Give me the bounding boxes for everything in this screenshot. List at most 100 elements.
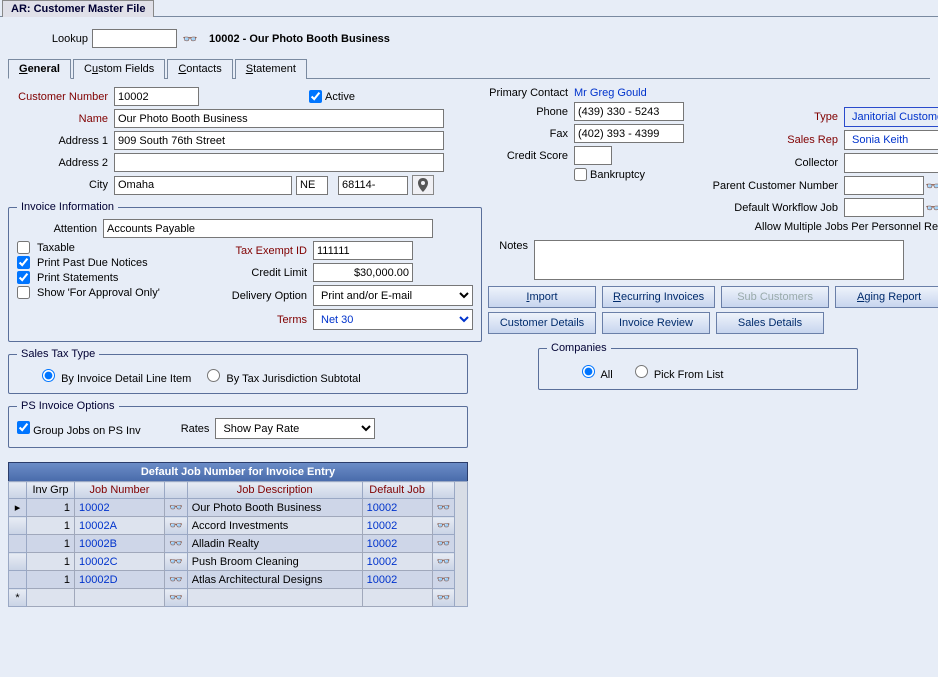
table-cell[interactable]: 10002 [362, 571, 432, 589]
table-cell[interactable]: 10002C [75, 553, 165, 571]
table-cell[interactable]: 10002 [75, 499, 165, 517]
tax-exempt-label: Tax Exempt ID [217, 245, 307, 257]
delivery-option-label: Delivery Option [217, 290, 307, 302]
name-input[interactable] [114, 109, 444, 128]
print-statements-checkbox[interactable] [17, 271, 30, 284]
sales-tax-by-line-radio[interactable]: By Invoice Detail Line Item [37, 373, 191, 385]
table-cell[interactable]: 1 [27, 499, 75, 517]
lookup-input[interactable] [92, 29, 177, 48]
grid-scrollbar[interactable] [455, 481, 468, 607]
type-select[interactable]: Janitorial Customer [844, 107, 938, 127]
binoculars-icon[interactable]: 👓 [432, 571, 455, 589]
table-cell[interactable]: 10002B [75, 535, 165, 553]
binoculars-icon[interactable]: 👓 [432, 589, 455, 607]
collector-select[interactable] [844, 153, 938, 173]
companies-all-radio[interactable]: All [577, 369, 613, 381]
sales-tax-by-jur-radio[interactable]: By Tax Jurisdiction Subtotal [202, 373, 360, 385]
table-cell[interactable]: Atlas Architectural Designs [187, 571, 362, 589]
companies-legend: Companies [547, 342, 611, 354]
tab-custom-fields[interactable]: Custom Fields [73, 59, 165, 79]
grid-title: Default Job Number for Invoice Entry [8, 462, 468, 481]
tab-contacts[interactable]: Contacts [167, 59, 232, 79]
delivery-option-select[interactable]: Print and/or E-mail [313, 285, 473, 306]
binoculars-icon[interactable]: 👓 [165, 571, 188, 589]
group-jobs-checkbox[interactable]: Group Jobs on PS Inv [17, 421, 141, 437]
address1-input[interactable] [114, 131, 444, 150]
binoculars-icon[interactable]: 👓 [165, 499, 188, 517]
terms-select[interactable]: Net 30 [313, 309, 473, 330]
customer-number-input[interactable] [114, 87, 199, 106]
fax-input[interactable] [574, 124, 684, 143]
bankruptcy-checkbox[interactable] [574, 168, 587, 181]
table-cell[interactable]: 1 [27, 535, 75, 553]
table-cell[interactable]: Push Broom Cleaning [187, 553, 362, 571]
table-cell[interactable]: 10002 [362, 499, 432, 517]
table-cell[interactable]: Alladin Realty [187, 535, 362, 553]
sales-details-button[interactable]: Sales Details [716, 312, 824, 334]
state-input[interactable] [296, 176, 328, 195]
customer-details-button[interactable]: Customer Details [488, 312, 596, 334]
binoculars-icon[interactable]: 👓 [432, 553, 455, 571]
notes-textarea[interactable] [534, 240, 904, 280]
sub-customers-button: Sub Customers [721, 286, 829, 308]
terms-label: Terms [217, 314, 307, 326]
table-cell[interactable]: 10002 [362, 535, 432, 553]
credit-limit-input[interactable] [313, 263, 413, 282]
binoculars-icon[interactable]: 👓 [432, 517, 455, 535]
aging-report-button[interactable]: Aging Report [835, 286, 938, 308]
window-title-tab: AR: Customer Master File [2, 0, 154, 17]
table-cell[interactable]: 10002 [362, 553, 432, 571]
taxable-label: Taxable [37, 242, 75, 254]
parent-customer-input[interactable] [844, 176, 924, 195]
binoculars-icon[interactable]: 👓 [924, 199, 938, 216]
binoculars-icon[interactable]: 👓 [432, 499, 455, 517]
map-pin-icon[interactable] [412, 175, 434, 195]
tab-statement[interactable]: Statement [235, 59, 307, 79]
rates-select[interactable]: Show Pay Rate [215, 418, 375, 439]
show-for-approval-checkbox[interactable] [17, 286, 30, 299]
binoculars-icon[interactable]: 👓 [165, 535, 188, 553]
table-cell[interactable]: 10002D [75, 571, 165, 589]
print-statements-label: Print Statements [37, 272, 118, 284]
import-button[interactable]: Import [488, 286, 596, 308]
phone-input[interactable] [574, 102, 684, 121]
print-past-due-label: Print Past Due Notices [37, 257, 148, 269]
sales-rep-select[interactable]: Sonia Keith [844, 130, 938, 150]
tax-exempt-input[interactable] [313, 241, 413, 260]
credit-score-input[interactable] [574, 146, 612, 165]
table-cell[interactable]: Accord Investments [187, 517, 362, 535]
companies-pick-radio[interactable]: Pick From List [630, 369, 724, 381]
taxable-checkbox[interactable] [17, 241, 30, 254]
table-cell[interactable]: 1 [27, 553, 75, 571]
binoculars-icon[interactable]: 👓 [165, 589, 188, 607]
zip-input[interactable] [338, 176, 408, 195]
invoice-info-legend: Invoice Information [17, 201, 118, 213]
table-cell[interactable]: 10002 [362, 517, 432, 535]
active-checkbox[interactable] [309, 90, 322, 103]
default-job-grid[interactable]: Inv Grp Job Number Job Description Defau… [8, 481, 455, 607]
binoculars-icon[interactable]: 👓 [165, 553, 188, 571]
invoice-review-button[interactable]: Invoice Review [602, 312, 710, 334]
credit-score-label: Credit Score [488, 150, 568, 162]
recurring-invoices-button[interactable]: Recurring Invoices [602, 286, 715, 308]
binoculars-icon[interactable]: 👓 [432, 535, 455, 553]
binoculars-icon[interactable]: 👓 [924, 177, 938, 194]
bankruptcy-label: Bankruptcy [590, 169, 645, 181]
binoculars-icon[interactable]: 👓 [181, 30, 199, 47]
tab-general[interactable]: General [8, 59, 71, 79]
invoice-info-fieldset: Invoice Information Attention Taxable Pr… [8, 201, 482, 342]
binoculars-icon[interactable]: 👓 [165, 517, 188, 535]
table-cell[interactable]: 10002A [75, 517, 165, 535]
print-past-due-checkbox[interactable] [17, 256, 30, 269]
table-cell[interactable]: Our Photo Booth Business [187, 499, 362, 517]
default-workflow-input[interactable] [844, 198, 924, 217]
attention-input[interactable] [103, 219, 433, 238]
city-input[interactable] [114, 176, 292, 195]
tab-strip: General Custom Fields Contacts Statement [8, 58, 930, 79]
address2-input[interactable] [114, 153, 444, 172]
primary-contact-link[interactable]: Mr Greg Gould [574, 87, 647, 99]
table-cell[interactable]: 1 [27, 517, 75, 535]
table-cell[interactable]: 1 [27, 571, 75, 589]
new-row-icon[interactable]: * [9, 589, 27, 607]
row-selector-icon[interactable]: ▸ [9, 499, 27, 517]
